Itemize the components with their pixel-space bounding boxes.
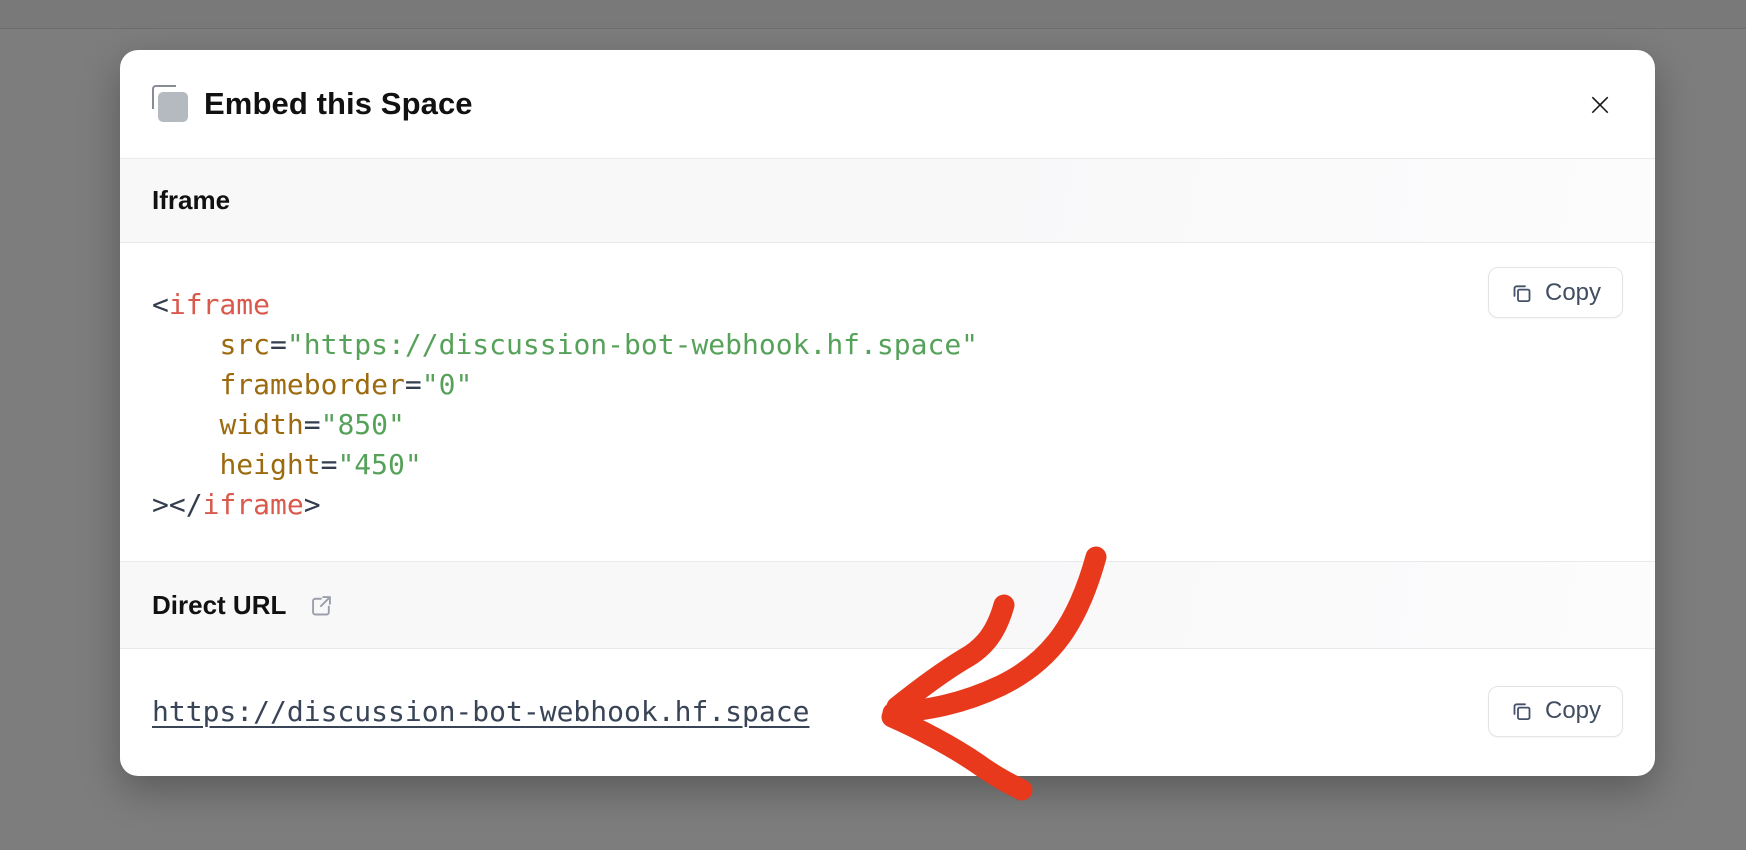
direct-url-heading: Direct URL	[152, 590, 286, 621]
iframe-section-header: Iframe	[120, 158, 1655, 243]
embed-squares-icon	[152, 85, 190, 123]
iframe-heading: Iframe	[152, 185, 230, 216]
copy-button-label: Copy	[1545, 697, 1601, 725]
close-icon[interactable]: ×	[1577, 81, 1623, 127]
iframe-code-section: <iframe src="https://discussion-bot-webh…	[120, 243, 1655, 561]
direct-url-section: https://discussion-bot-webhook.hf.space …	[120, 649, 1655, 773]
modal-title: Embed this Space	[204, 86, 473, 122]
embed-space-modal: Embed this Space × Iframe <iframe src="h…	[120, 50, 1655, 776]
dimmed-page-header-divider	[0, 0, 1746, 29]
direct-url-section-header: Direct URL	[120, 561, 1655, 649]
copy-iframe-button[interactable]: Copy	[1488, 267, 1623, 318]
copy-icon	[1510, 281, 1534, 305]
iframe-code-block: <iframe src="https://discussion-bot-webh…	[152, 285, 1623, 525]
direct-url-link[interactable]: https://discussion-bot-webhook.hf.space	[152, 695, 809, 728]
copy-button-label: Copy	[1545, 279, 1601, 307]
copy-icon	[1510, 699, 1534, 723]
modal-header: Embed this Space ×	[120, 50, 1655, 158]
modal-title-group: Embed this Space	[152, 85, 473, 123]
copy-url-button[interactable]: Copy	[1488, 686, 1623, 737]
external-link-icon[interactable]	[308, 592, 335, 619]
